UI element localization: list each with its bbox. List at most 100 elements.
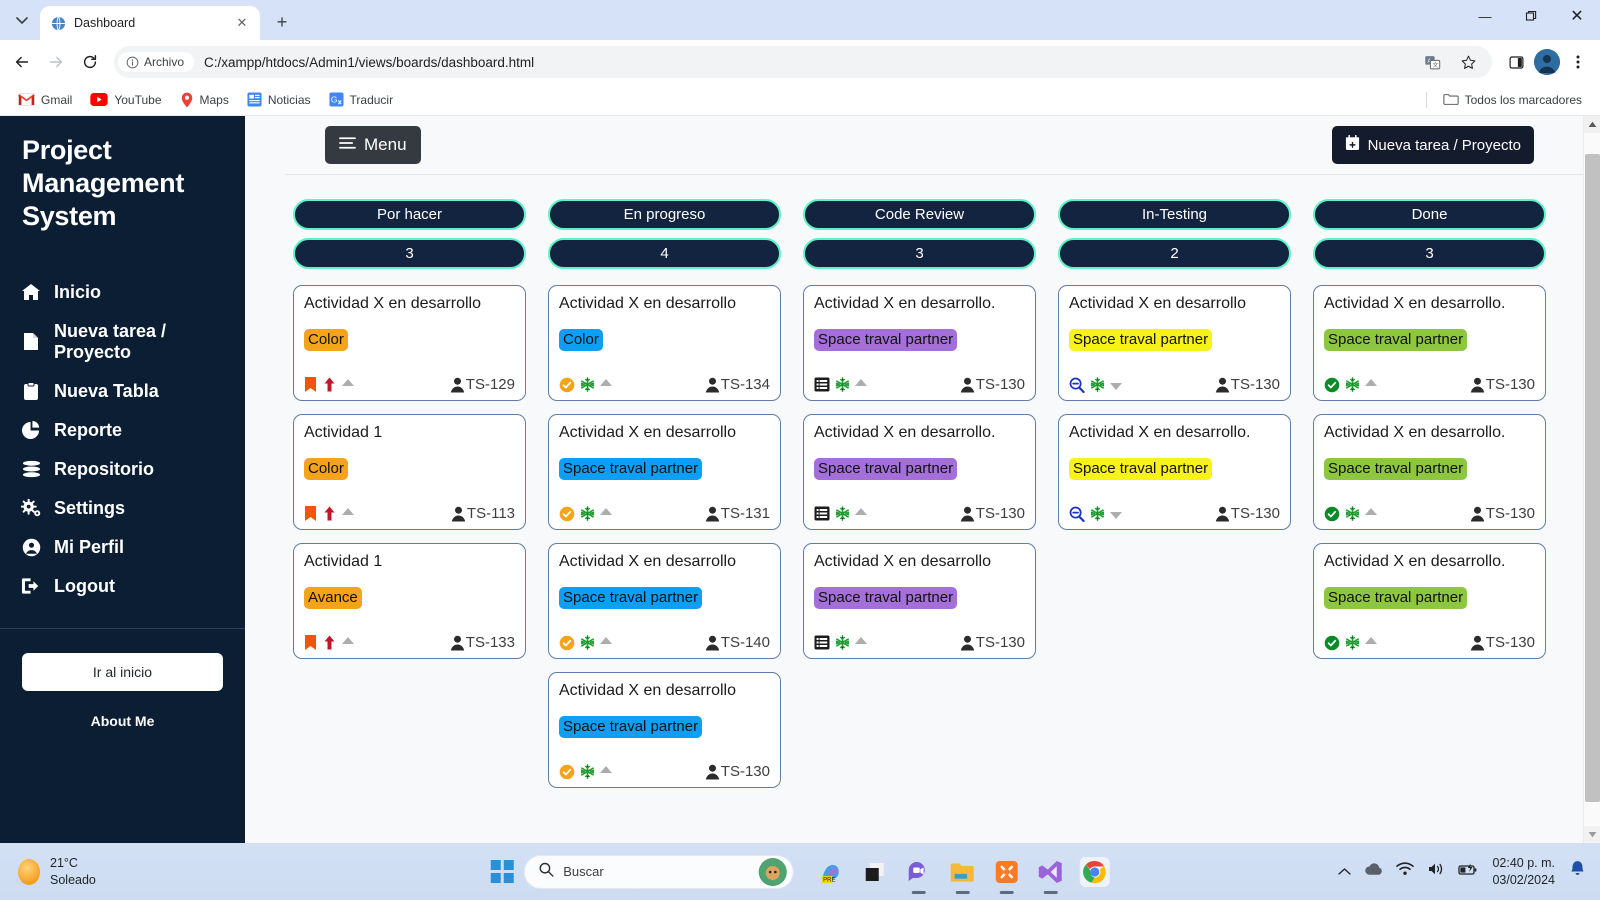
caret-up-icon[interactable] (1365, 508, 1377, 515)
maximize-icon[interactable] (1508, 0, 1554, 32)
check-circle-orange-icon[interactable] (559, 377, 575, 393)
translate-icon[interactable]: A文 (1416, 46, 1448, 78)
window-close-icon[interactable]: ✕ (1554, 0, 1600, 32)
sidebar-item-inicio[interactable]: Inicio (0, 273, 245, 312)
bookmark-orange-icon[interactable] (304, 505, 317, 522)
address-bar[interactable]: Archivo C:/xampp/htdocs/Admin1/views/boa… (114, 46, 1492, 78)
person-icon[interactable] (1470, 635, 1485, 651)
caret-up-icon[interactable] (342, 379, 354, 386)
go-home-button[interactable]: Ir al inicio (22, 652, 223, 691)
caret-up-icon[interactable] (855, 379, 867, 386)
caret-up-icon[interactable] (342, 637, 354, 644)
zoom-out-blue-icon[interactable] (1069, 506, 1085, 522)
cloud-icon[interactable] (1364, 862, 1383, 881)
person-icon[interactable] (451, 506, 466, 522)
taskbar-clock[interactable]: 02:40 p. m. 03/02/2024 (1492, 855, 1555, 889)
column-title[interactable]: Done (1313, 199, 1546, 230)
task-card[interactable]: Actividad X en desarrollo Space traval pa… (1058, 285, 1291, 401)
list-icon[interactable] (814, 506, 830, 521)
snowflake-green-icon[interactable] (835, 635, 850, 650)
person-icon[interactable] (705, 377, 720, 393)
bookmark-youtube[interactable]: YouTube (82, 89, 169, 111)
bookmark-noticias[interactable]: Noticias (239, 88, 319, 111)
scroll-up-icon[interactable] (1584, 116, 1600, 133)
bookmark-maps[interactable]: Maps (172, 88, 237, 112)
page-scrollbar[interactable] (1583, 116, 1600, 843)
task-card[interactable]: Actividad X en desarrollo. Space traval p… (803, 285, 1036, 401)
snowflake-green-icon[interactable] (835, 377, 850, 392)
task-card[interactable]: Actividad X en desarrollo. Space traval p… (1058, 414, 1291, 530)
bookmark-orange-icon[interactable] (304, 634, 317, 651)
sidebar-item-logout[interactable]: Logout (0, 567, 245, 606)
snowflake-green-icon[interactable] (1090, 377, 1105, 392)
caret-up-icon[interactable] (1365, 379, 1377, 386)
about-me-link[interactable]: About Me (22, 713, 223, 729)
check-circle-orange-icon[interactable] (559, 506, 575, 522)
bookmark-gmail[interactable]: Gmail (10, 89, 80, 111)
arrow-up-red-icon[interactable] (322, 505, 337, 522)
chevron-up-icon[interactable] (1338, 863, 1352, 881)
caret-up-icon[interactable] (600, 637, 612, 644)
bell-icon[interactable] (1569, 860, 1586, 883)
snowflake-green-icon[interactable] (835, 506, 850, 521)
person-icon[interactable] (705, 506, 720, 522)
menu-button[interactable]: Menu (325, 126, 421, 164)
caret-down-icon[interactable] (1110, 512, 1122, 519)
copilot-pre-icon[interactable]: PRE (815, 857, 845, 887)
check-circle-orange-icon[interactable] (559, 764, 575, 780)
wifi-icon[interactable] (1396, 862, 1415, 881)
caret-up-icon[interactable] (600, 766, 612, 773)
sidebar-item-mi-perfil[interactable]: Mi Perfil (0, 528, 245, 567)
check-circle-green-icon[interactable] (1324, 377, 1340, 393)
snowflake-green-icon[interactable] (1345, 506, 1360, 521)
person-icon[interactable] (1470, 377, 1485, 393)
task-card[interactable]: Actividad X en desarrollo Space traval pa… (803, 543, 1036, 659)
caret-up-icon[interactable] (600, 508, 612, 515)
bookmark-orange-icon[interactable] (304, 376, 317, 393)
minimize-icon[interactable]: — (1462, 0, 1508, 32)
check-circle-green-icon[interactable] (1324, 635, 1340, 651)
caret-up-icon[interactable] (855, 637, 867, 644)
close-icon[interactable]: ✕ (234, 15, 250, 31)
chat-icon[interactable] (903, 857, 933, 887)
caret-up-icon[interactable] (855, 508, 867, 515)
sidebar-item-settings[interactable]: Settings (0, 489, 245, 528)
caret-up-icon[interactable] (1365, 637, 1377, 644)
xampp-icon[interactable] (991, 857, 1021, 887)
reload-icon[interactable] (74, 46, 106, 78)
snowflake-green-icon[interactable] (580, 506, 595, 521)
forward-icon[interactable] (40, 46, 72, 78)
column-title[interactable]: In-Testing (1058, 199, 1291, 230)
list-icon[interactable] (814, 377, 830, 392)
task-card[interactable]: Actividad 1 Avance TS-133 (293, 543, 526, 659)
check-circle-green-icon[interactable] (1324, 506, 1340, 522)
snowflake-green-icon[interactable] (580, 764, 595, 779)
person-icon[interactable] (960, 635, 975, 651)
back-icon[interactable] (6, 46, 38, 78)
task-card[interactable]: Actividad X en desarrollo Space traval pa… (548, 543, 781, 659)
arrow-up-red-icon[interactable] (322, 634, 337, 651)
person-icon[interactable] (450, 635, 465, 651)
start-button[interactable] (490, 860, 514, 883)
snowflake-green-icon[interactable] (1090, 506, 1105, 521)
battery-icon[interactable] (1458, 863, 1478, 881)
tab-search-button[interactable] (8, 6, 36, 34)
person-icon[interactable] (1470, 506, 1485, 522)
chrome-icon[interactable] (1079, 856, 1110, 887)
sidebar-item-nueva-tarea[interactable]: Nueva tarea / Proyecto (0, 312, 245, 372)
bookmark-star-icon[interactable] (1452, 46, 1484, 78)
person-icon[interactable] (705, 635, 720, 651)
task-card[interactable]: Actividad X en desarrollo. Space traval p… (1313, 414, 1546, 530)
sidebar-item-repositorio[interactable]: Repositorio (0, 450, 245, 489)
new-task-button[interactable]: Nueva tarea / Proyecto (1331, 126, 1534, 164)
copilot-mascot-icon[interactable] (758, 857, 787, 886)
url-text[interactable]: C:/xampp/htdocs/Admin1/views/boards/dash… (198, 55, 1412, 70)
task-card[interactable]: Actividad X en desarrollo. Space traval p… (803, 414, 1036, 530)
caret-up-icon[interactable] (342, 508, 354, 515)
snowflake-green-icon[interactable] (1345, 377, 1360, 392)
search-input[interactable]: Buscar (563, 864, 748, 879)
file-explorer-icon[interactable] (947, 857, 977, 887)
taskbar-search[interactable]: Buscar (523, 854, 794, 889)
column-title[interactable]: Code Review (803, 199, 1036, 230)
list-icon[interactable] (814, 635, 830, 650)
